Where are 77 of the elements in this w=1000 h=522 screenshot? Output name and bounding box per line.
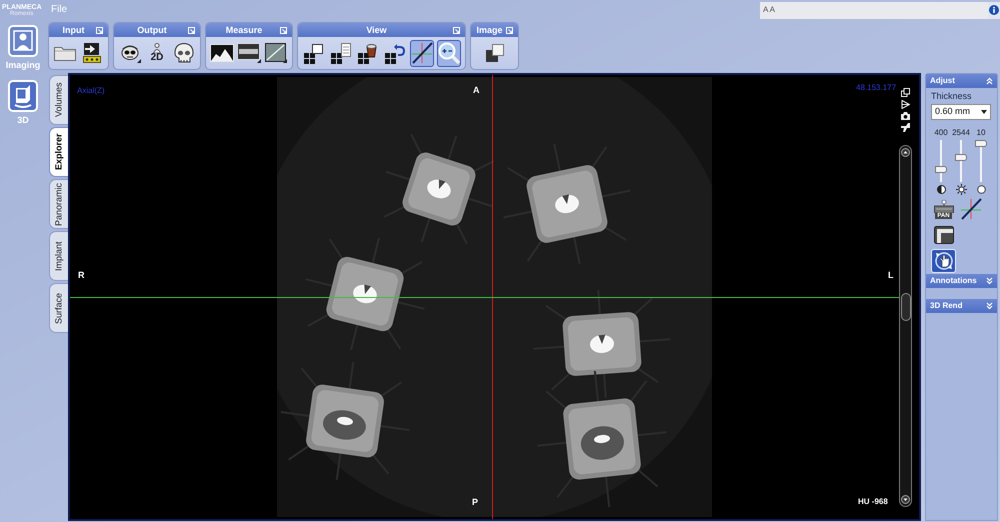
tool-button[interactable] [437,40,461,66]
person-tile-icon [8,25,38,57]
tool-button[interactable] [410,40,434,66]
grid-bucket-icon [358,42,378,64]
folder-icon [54,46,76,60]
grid-page-icon [331,42,351,64]
info-button[interactable] [988,2,1000,18]
group-title: View [365,26,388,34]
slider-value: 400 [933,129,949,137]
panel-header[interactable]: Annotations [926,274,997,288]
side-tab[interactable]: Surface [49,283,68,333]
orientation-label: R [78,271,84,280]
dialog-launcher-icon[interactable] [280,26,287,34]
panel-header[interactable]: 3D Rend [926,299,997,313]
level-bar-icon [237,43,261,63]
orientation-label: A [473,86,480,95]
thickness-dropdown[interactable]: 0.60 mm [931,104,991,120]
zoom-icon [438,42,460,64]
circle-icon [976,185,986,194]
search-field[interactable]: A A [760,2,988,18]
info-icon [989,5,999,15]
slider-thumb[interactable] [955,154,967,161]
brightness-icon [956,184,966,195]
orientation-label: P [472,498,478,507]
panel-header[interactable]: Adjust [926,74,997,88]
adjust-tool-button[interactable] [931,249,956,273]
contrast-icon [936,185,946,194]
corner-square-icon [934,226,954,244]
tool-button[interactable]: 2D [145,40,169,66]
group-title: Image [476,26,503,34]
monitor-arrow-icon [83,43,101,63]
person-icon [152,43,162,53]
expand-chevron-icon[interactable] [986,277,993,285]
skull-icon [173,42,195,64]
windows-icon[interactable] [901,88,910,97]
orientation-label: L [888,271,894,280]
hand-arrows-icon [934,251,954,271]
expand-chevron-icon[interactable] [986,302,993,310]
hu-value: HU -968 [858,498,888,506]
caret-icon [981,110,987,114]
monitor-tile-icon [8,80,38,112]
thickness-label: Thickness [931,92,973,101]
crosshair-line-icon [411,42,433,64]
grid-undo-icon [385,42,405,64]
dialog-launcher-icon[interactable] [453,26,460,34]
dialog-launcher-icon[interactable] [188,26,195,34]
side-tab[interactable]: Volumes [49,75,68,125]
layers-icon [486,44,504,62]
scroll-down-icon[interactable] [901,495,910,504]
side-tab[interactable]: Explorer [49,127,68,177]
histogram-icon [210,44,234,62]
view-name: Axial(Z) [77,87,105,95]
scroll-up-icon[interactable] [901,148,910,157]
slider-thumb[interactable] [975,140,987,147]
side-tab[interactable]: Panoramic [49,179,68,229]
slider-value: 10 [976,129,986,137]
group-title: Input [62,26,86,34]
side-tab[interactable]: Implant [49,231,68,281]
scrollbar-thumb[interactable] [900,293,910,321]
adjust-tool-button[interactable] [931,223,956,247]
group-title: Measure [224,26,264,34]
masked-face-icon [119,43,141,63]
tool-icon[interactable] [901,123,910,132]
device-icon [934,200,954,212]
slider-thumb[interactable] [935,166,947,174]
adjust-tool-button[interactable] [958,197,983,221]
dialog-launcher-icon[interactable] [96,26,103,34]
dialog-launcher-icon[interactable] [506,26,513,34]
camera-icon[interactable] [901,112,910,120]
diagonal-square-icon [265,43,287,63]
grid-window-icon [304,42,324,64]
crosshair-line-icon [960,198,982,220]
group-title: Output [136,26,168,34]
collapse-chevron-icon[interactable] [986,77,993,85]
slider-value: 2544 [951,129,971,137]
coordinates-text: 48.153.177 [856,84,896,92]
triangle-icon[interactable] [901,100,910,109]
